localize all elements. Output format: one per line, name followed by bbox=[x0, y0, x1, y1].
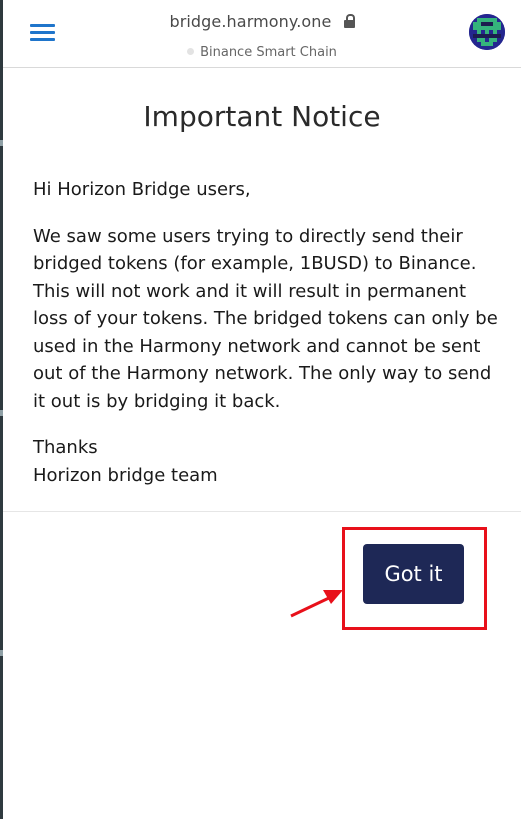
got-it-button[interactable]: Got it bbox=[363, 544, 464, 604]
url-text: bridge.harmony.one bbox=[169, 12, 332, 31]
dialog-divider bbox=[3, 511, 521, 512]
lock-icon bbox=[343, 14, 355, 28]
network-status-dot bbox=[187, 48, 195, 55]
notice-signature: Horizon bridge team bbox=[33, 464, 218, 486]
notice-body: Hi Horizon Bridge users, We saw some use… bbox=[33, 176, 503, 489]
important-notice-dialog: Important Notice Hi Horizon Bridge users… bbox=[3, 68, 521, 819]
network-indicator: Binance Smart Chain bbox=[3, 45, 521, 60]
browser-top-bar: bridge.harmony.one Binance Smart Chain bbox=[3, 0, 521, 68]
network-label: Binance Smart Chain bbox=[200, 45, 337, 60]
pixel-avatar-icon[interactable] bbox=[469, 14, 505, 50]
notice-greeting: Hi Horizon Bridge users, bbox=[33, 179, 251, 200]
notice-message: We saw some users trying to directly sen… bbox=[33, 225, 498, 412]
address-display[interactable]: bridge.harmony.one bbox=[3, 12, 521, 31]
notice-thanks: Thanks bbox=[33, 437, 98, 458]
dialog-title: Important Notice bbox=[143, 100, 381, 133]
